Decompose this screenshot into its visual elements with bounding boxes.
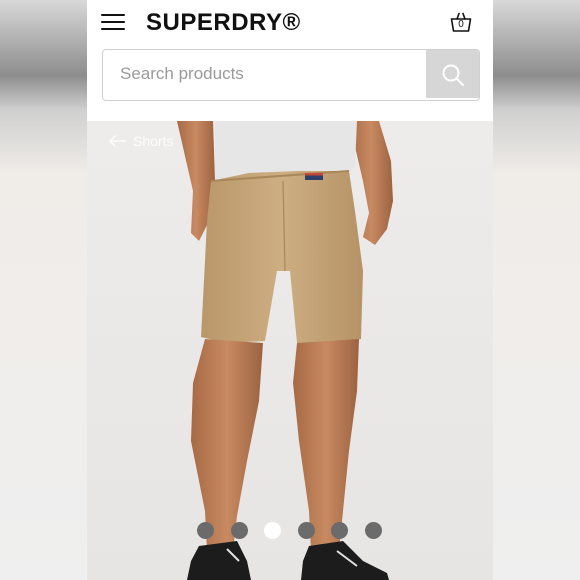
hamburger-menu-icon[interactable] bbox=[101, 12, 125, 32]
back-link-label: Shorts bbox=[133, 133, 174, 149]
gallery-dot-5[interactable] bbox=[331, 522, 348, 539]
gallery-pagination bbox=[197, 522, 387, 542]
gallery-dot-2[interactable] bbox=[231, 522, 248, 539]
basket-count: 0 bbox=[458, 19, 464, 30]
back-to-category-link[interactable]: Shorts bbox=[108, 133, 173, 149]
search-bar bbox=[102, 49, 480, 101]
background-blur-right bbox=[493, 0, 580, 580]
gallery-dot-6[interactable] bbox=[365, 522, 382, 539]
gallery-dot-3[interactable] bbox=[264, 522, 281, 539]
brand-logo[interactable]: SUPERDRY® bbox=[146, 9, 301, 37]
mobile-screen: SUPERDRY® 0 Search products Shorts bbox=[87, 0, 493, 580]
search-button[interactable] bbox=[426, 50, 479, 98]
gallery-dot-4[interactable] bbox=[298, 522, 315, 539]
search-icon bbox=[442, 64, 465, 87]
product-image-gallery[interactable]: Shorts bbox=[87, 121, 493, 580]
background-blur-left bbox=[0, 0, 87, 580]
gallery-dot-1[interactable] bbox=[197, 522, 214, 539]
arrow-left-icon bbox=[109, 135, 126, 147]
basket-button[interactable]: 0 bbox=[450, 11, 472, 33]
product-photo bbox=[87, 121, 493, 580]
top-bar: SUPERDRY® 0 bbox=[87, 0, 493, 46]
search-input[interactable] bbox=[103, 50, 423, 98]
